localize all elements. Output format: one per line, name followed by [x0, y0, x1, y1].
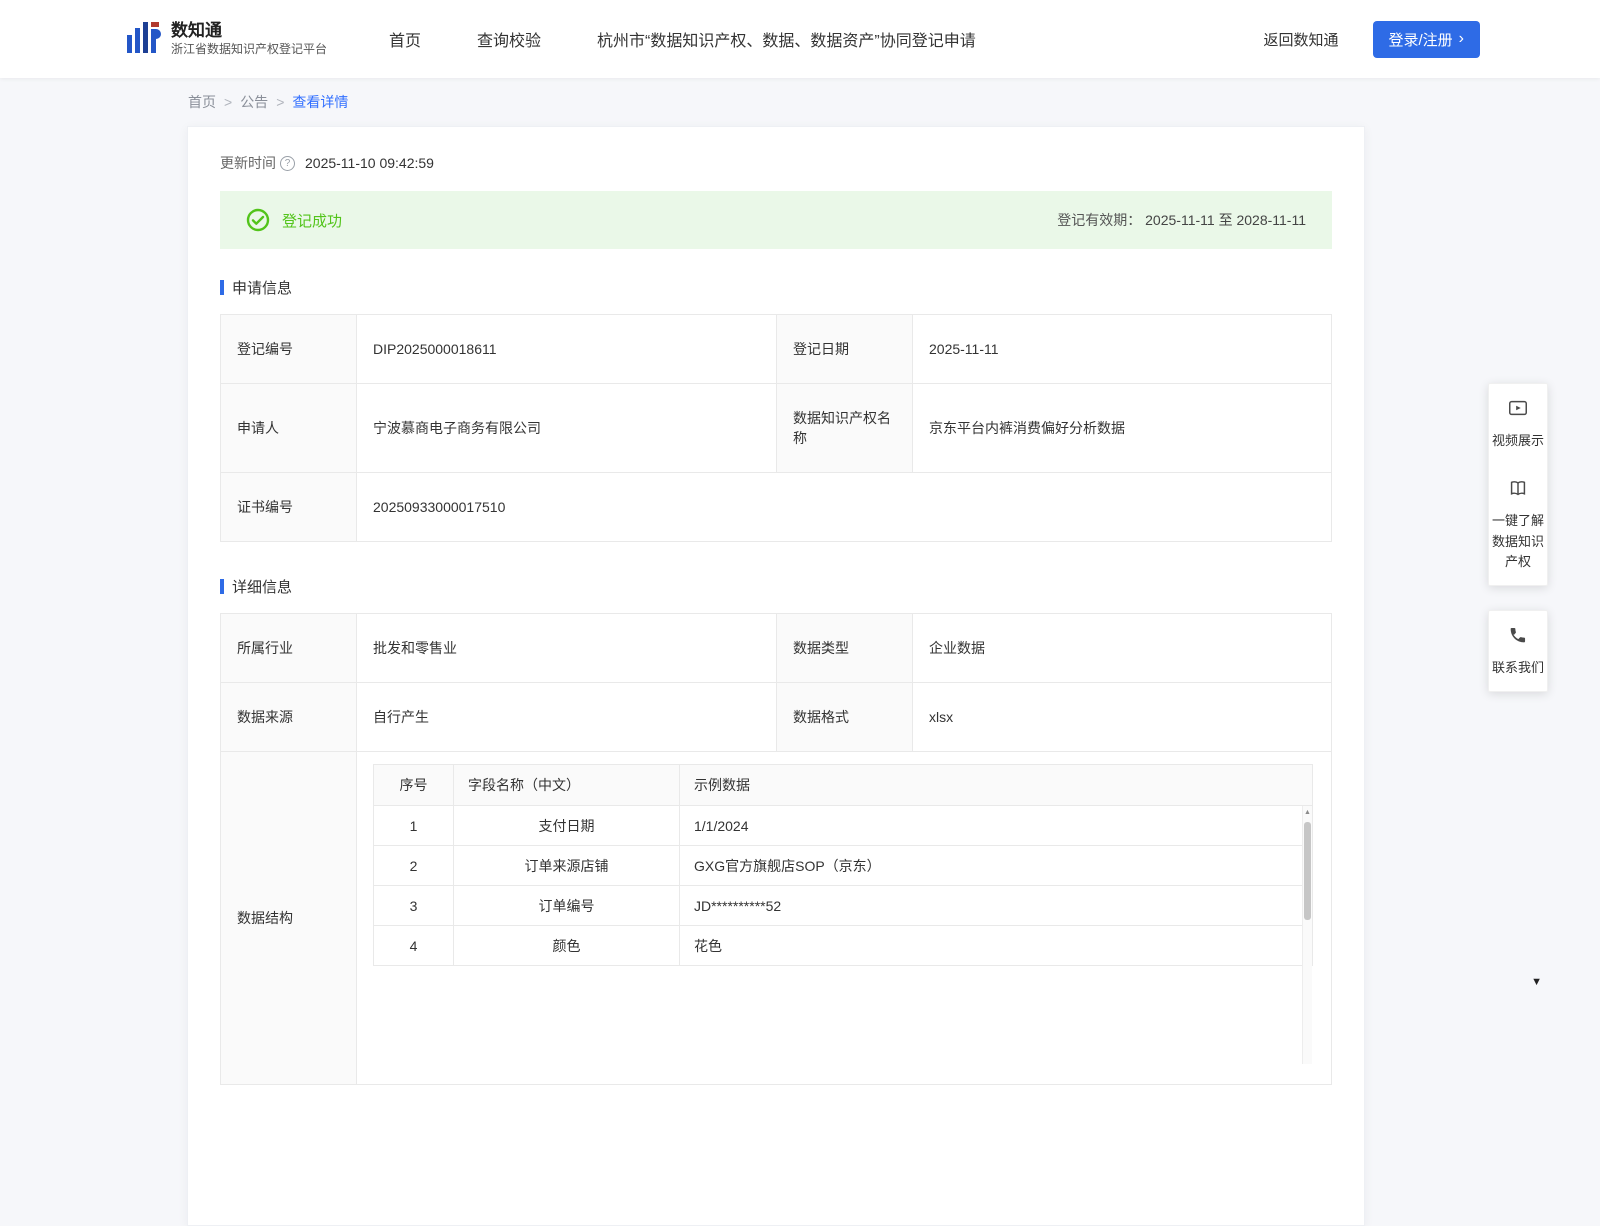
structure-header-index: 序号 [374, 765, 454, 806]
applicant-value: 宁波慕商电子商务有限公司 [357, 384, 777, 473]
scrollbar-track[interactable]: ▲ [1302, 806, 1312, 1064]
main-nav: 首页 查询校验 杭州市“数据知识产权、数据、数据资产”协同登记申请 [389, 27, 976, 51]
update-time-row: 更新时间 ? 2025-11-10 09:42:59 [220, 153, 1332, 173]
validity-label: 登记有效期： [1057, 212, 1141, 228]
structure-table-cell: 颜色 [454, 926, 680, 966]
structure-table-cell: 订单来源店铺 [454, 846, 680, 886]
data-source-label: 数据来源 [221, 683, 357, 752]
nav-item-home[interactable]: 首页 [389, 27, 421, 51]
industry-label: 所属行业 [221, 614, 357, 683]
book-icon [1492, 477, 1544, 505]
breadcrumb: 首页 公告 查看详情 [0, 78, 1600, 126]
structure-table-cell: GXG官方旗舰店SOP（京东） [680, 846, 1313, 886]
table-row: 数据来源 自行产生 数据格式 xlsx [221, 683, 1332, 752]
video-icon [1492, 397, 1544, 425]
table-row: 数据结构 序号 字段名称（中文） 示例数据 1支付日期1/1/20242订单来源… [221, 752, 1332, 1085]
table-row: 申请人 宁波慕商电子商务有限公司 数据知识产权名称 京东平台内裤消费偏好分析数据 [221, 384, 1332, 473]
reg-no-value: DIP2025000018611 [357, 315, 777, 384]
data-format-value: xlsx [913, 683, 1332, 752]
structure-table-body: 1支付日期1/1/20242订单来源店铺GXG官方旗舰店SOP（京东）3订单编号… [374, 806, 1313, 966]
logo-icon [125, 19, 161, 60]
data-type-value: 企业数据 [913, 614, 1332, 683]
registration-status-text: 登记成功 [282, 210, 342, 231]
structure-table-row: 2订单来源店铺GXG官方旗舰店SOP（京东） [374, 846, 1313, 886]
data-source-value: 自行产生 [357, 683, 777, 752]
breadcrumb-current: 查看详情 [268, 92, 348, 112]
detail-card: 更新时间 ? 2025-11-10 09:42:59 登记成功 登记有效期： 2… [187, 126, 1365, 1226]
logo-subtitle: 浙江省数据知识产权登记平台 [171, 41, 327, 58]
contact-us-button[interactable]: 联系我们 [1489, 611, 1547, 691]
login-register-button[interactable]: 登录/注册 › [1373, 21, 1481, 58]
applicant-label: 申请人 [221, 384, 357, 473]
reg-date-value: 2025-11-11 [913, 315, 1332, 384]
floating-side-panel: 视频展示 一键了解数据知识产权 联系我们 [1488, 383, 1548, 692]
detail-section-title: 详细信息 [220, 576, 1332, 597]
nav-item-query[interactable]: 查询校验 [477, 27, 541, 51]
structure-table-cell: 1/1/2024 [680, 806, 1313, 846]
login-register-label: 登录/注册 [1389, 29, 1453, 50]
detail-info-table: 所属行业 批发和零售业 数据类型 企业数据 数据来源 自行产生 数据格式 xls… [220, 613, 1332, 1085]
update-time-label: 更新时间 [220, 153, 276, 173]
structure-table: 序号 字段名称（中文） 示例数据 1支付日期1/1/20242订单来源店铺GXG… [373, 764, 1313, 966]
scrollbar-thumb[interactable] [1304, 822, 1311, 920]
logo-title: 数知通 [171, 20, 327, 41]
data-format-label: 数据格式 [777, 683, 913, 752]
data-structure-cell: 序号 字段名称（中文） 示例数据 1支付日期1/1/20242订单来源店铺GXG… [357, 752, 1332, 1085]
section-accent-bar [220, 579, 224, 594]
scroll-down-icon[interactable]: ▼ [1531, 976, 1542, 988]
breadcrumb-home[interactable]: 首页 [188, 92, 216, 112]
structure-header-sample: 示例数据 [680, 765, 1313, 806]
structure-table-row: 4颜色花色 [374, 926, 1313, 966]
video-showcase-button[interactable]: 视频展示 [1489, 384, 1547, 464]
back-to-shuzhitong-link[interactable]: 返回数知通 [1263, 29, 1338, 50]
phone-icon [1492, 624, 1544, 652]
structure-table-header-row: 序号 字段名称（中文） 示例数据 [374, 765, 1313, 806]
structure-table-row: 1支付日期1/1/2024 [374, 806, 1313, 846]
structure-table-cell: 3 [374, 886, 454, 926]
learn-data-ip-button[interactable]: 一键了解数据知识产权 [1489, 464, 1547, 585]
structure-table-cell: 4 [374, 926, 454, 966]
application-section-title: 申请信息 [220, 277, 1332, 298]
scrollbar-up-arrow-icon[interactable]: ▲ [1303, 806, 1312, 816]
update-time-value: 2025-11-10 09:42:59 [305, 155, 434, 171]
application-info-table: 登记编号 DIP2025000018611 登记日期 2025-11-11 申请… [220, 314, 1332, 542]
data-structure-label: 数据结构 [221, 752, 357, 1085]
structure-table-cell: 订单编号 [454, 886, 680, 926]
section-accent-bar [220, 280, 224, 295]
structure-header-field-name: 字段名称（中文） [454, 765, 680, 806]
learn-data-ip-label: 一键了解数据知识产权 [1492, 513, 1544, 568]
chevron-right-icon: › [1459, 31, 1464, 47]
logo[interactable]: 数知通 浙江省数据知识产权登记平台 [125, 19, 327, 60]
contact-us-label: 联系我们 [1492, 660, 1544, 675]
structure-table-scroll-area[interactable]: 序号 字段名称（中文） 示例数据 1支付日期1/1/20242订单来源店铺GXG… [373, 764, 1313, 1064]
table-row: 所属行业 批发和零售业 数据类型 企业数据 [221, 614, 1332, 683]
validity-period: 登记有效期： 2025-11-11 至 2028-11-11 [1057, 210, 1306, 230]
success-banner: 登记成功 登记有效期： 2025-11-11 至 2028-11-11 [220, 191, 1332, 249]
cert-no-value: 20250933000017510 [357, 473, 1332, 542]
table-row: 登记编号 DIP2025000018611 登记日期 2025-11-11 [221, 315, 1332, 384]
structure-table-cell: 支付日期 [454, 806, 680, 846]
nav-item-hangzhou-registration[interactable]: 杭州市“数据知识产权、数据、数据资产”协同登记申请 [597, 27, 976, 51]
ip-name-label: 数据知识产权名称 [777, 384, 913, 473]
cert-no-label: 证书编号 [221, 473, 357, 542]
table-row: 证书编号 20250933000017510 [221, 473, 1332, 542]
top-header: 数知通 浙江省数据知识产权登记平台 首页 查询校验 杭州市“数据知识产权、数据、… [0, 0, 1600, 78]
success-check-icon [246, 208, 270, 232]
structure-table-row: 3订单编号JD**********52 [374, 886, 1313, 926]
data-type-label: 数据类型 [777, 614, 913, 683]
reg-date-label: 登记日期 [777, 315, 913, 384]
application-section-label: 申请信息 [232, 277, 292, 298]
structure-table-cell: JD**********52 [680, 886, 1313, 926]
structure-table-cell: 1 [374, 806, 454, 846]
industry-value: 批发和零售业 [357, 614, 777, 683]
detail-section-label: 详细信息 [232, 576, 292, 597]
structure-table-cell: 2 [374, 846, 454, 886]
reg-no-label: 登记编号 [221, 315, 357, 384]
video-showcase-label: 视频展示 [1492, 433, 1544, 448]
structure-table-cell: 花色 [680, 926, 1313, 966]
breadcrumb-announcements[interactable]: 公告 [216, 92, 268, 112]
help-icon[interactable]: ? [280, 156, 295, 171]
ip-name-value: 京东平台内裤消费偏好分析数据 [913, 384, 1332, 473]
validity-value: 2025-11-11 至 2028-11-11 [1145, 212, 1306, 228]
